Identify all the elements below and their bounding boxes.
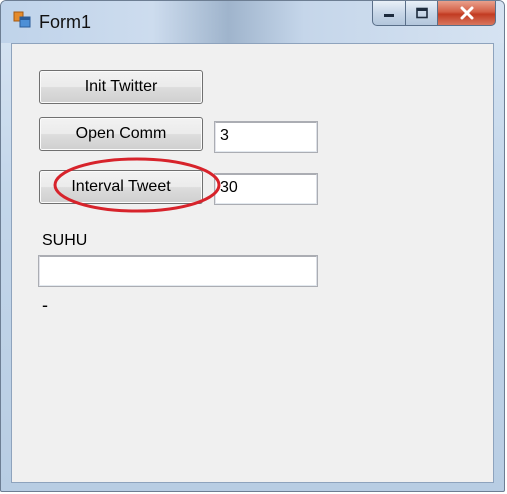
app-icon [13, 11, 31, 28]
interval-tweet-button[interactable]: Interval Tweet [39, 170, 203, 204]
minimize-button[interactable] [372, 1, 406, 26]
form1-window: Form1 Init Twitter Open Comm 3 Interval … [0, 0, 505, 492]
caption-buttons [372, 1, 496, 27]
init-twitter-button[interactable]: Init Twitter [39, 70, 203, 104]
window-title: Form1 [39, 12, 92, 32]
maximize-button[interactable] [406, 1, 438, 26]
suhu-label: SUHU [42, 232, 88, 249]
suhu-field[interactable] [38, 255, 318, 287]
open-comm-port-field[interactable]: 3 [214, 121, 318, 153]
interval-tweet-field[interactable]: 30 [214, 173, 318, 205]
status-label: - [42, 295, 48, 315]
form-client-area: Init Twitter Open Comm 3 Interval Tweet … [11, 43, 494, 483]
maximize-icon [415, 7, 428, 19]
close-icon [460, 6, 473, 20]
minimize-icon [384, 14, 394, 17]
title-bar[interactable]: Form1 [1, 1, 504, 43]
open-comm-button[interactable]: Open Comm [39, 117, 203, 151]
close-button[interactable] [438, 1, 496, 26]
